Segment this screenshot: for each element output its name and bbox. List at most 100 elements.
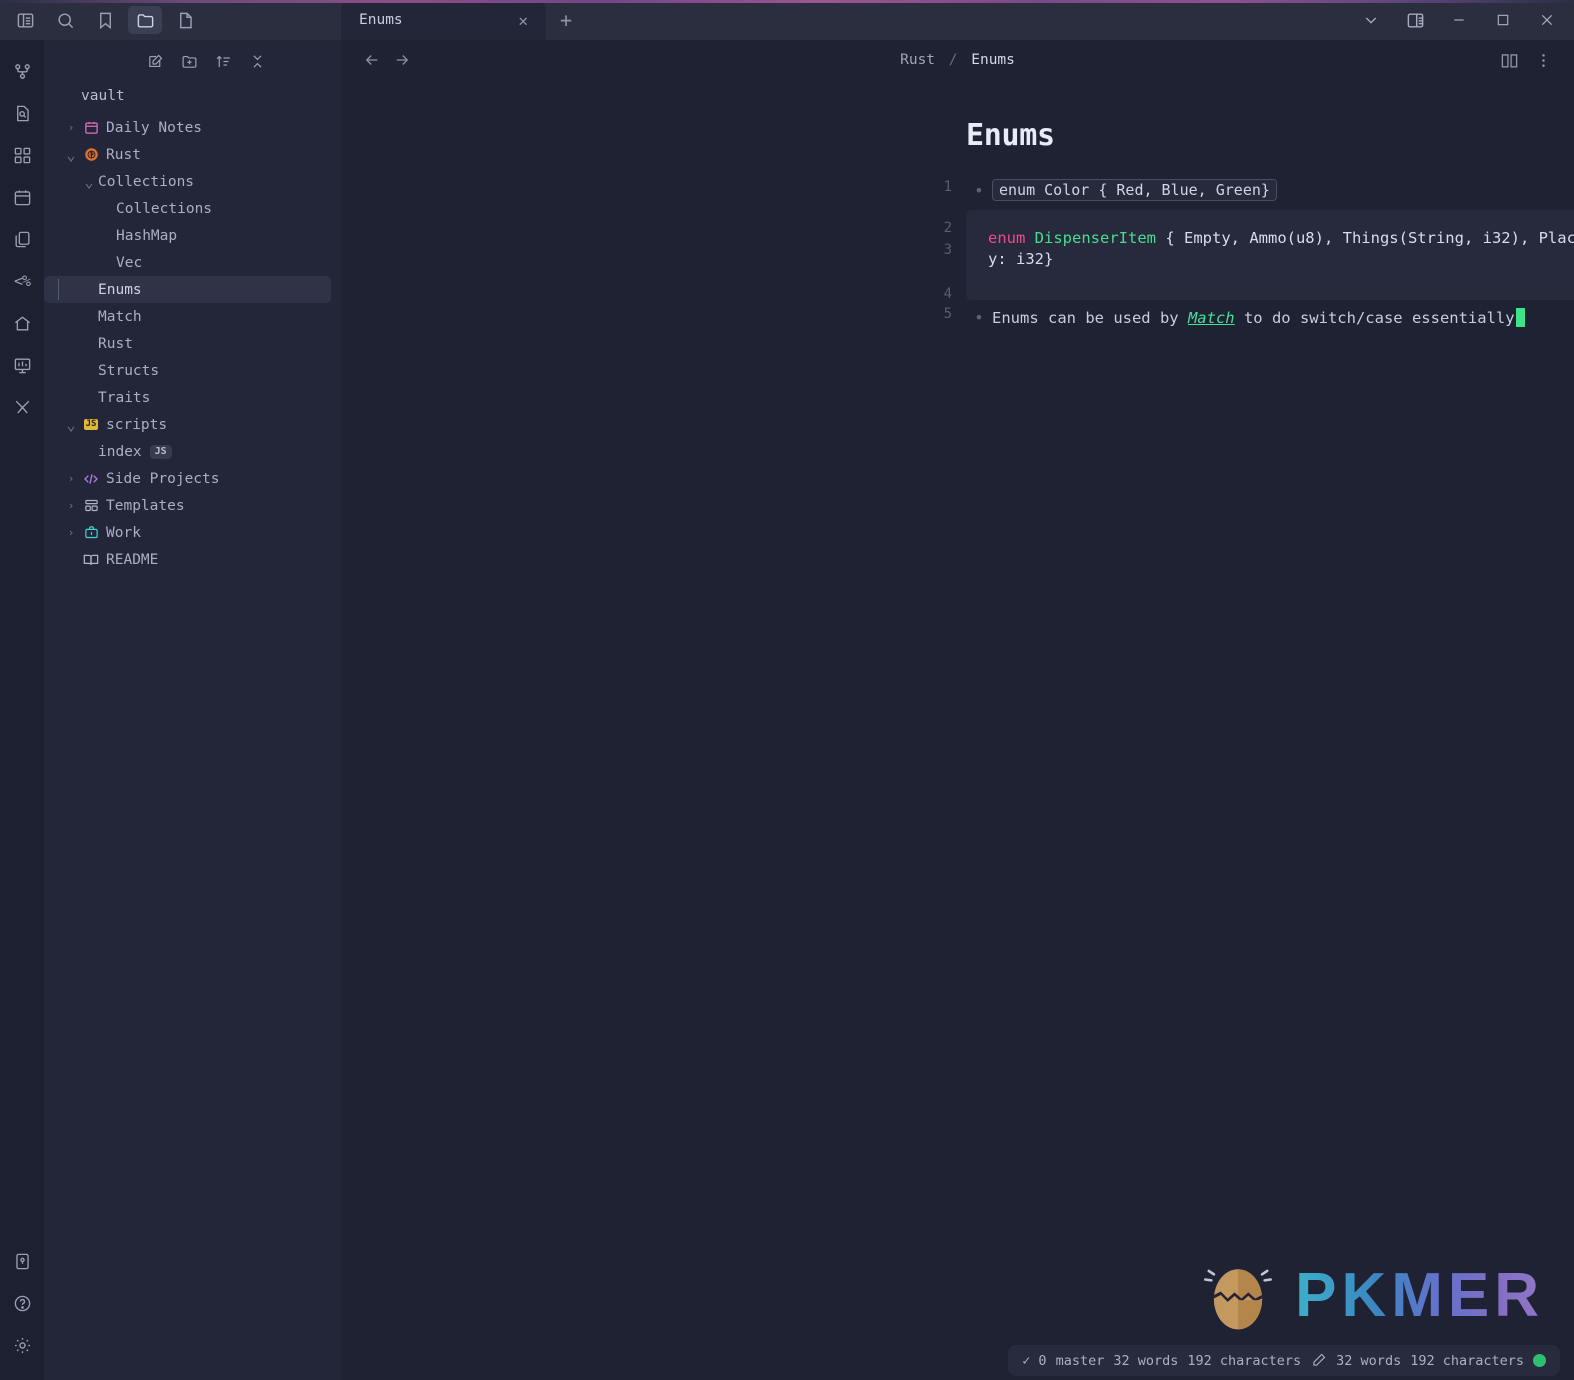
list-item[interactable]: 1 • enum Color { Red, Blue, Green}: [944, 179, 1574, 205]
document-area[interactable]: Enums 1 • enum Color { Red, Blue, Green}…: [341, 80, 1574, 1380]
tree-item-label: Work: [106, 524, 141, 541]
tree-item-match[interactable]: Match: [44, 303, 331, 330]
more-options-icon[interactable]: [1528, 46, 1558, 74]
new-tab-button[interactable]: +: [546, 8, 586, 32]
line-number: 3: [943, 242, 952, 258]
tree-item-label: Vec: [116, 254, 143, 271]
line-number: 2: [943, 220, 952, 236]
breadcrumb-parent[interactable]: Rust: [900, 52, 935, 68]
tree-item-collections[interactable]: Collections: [44, 195, 331, 222]
new-note-button[interactable]: [141, 48, 169, 74]
chevron-right-icon[interactable]: ›: [62, 121, 80, 134]
tree-item-structs[interactable]: Structs: [44, 357, 331, 384]
tree-item-label: Traits: [98, 389, 151, 406]
tree-item-label: Collections: [98, 173, 195, 190]
list-item[interactable]: 5 • Enums can be used by Match to do swi…: [944, 306, 1574, 332]
bookmark-icon[interactable]: [88, 6, 122, 34]
calendar-icon[interactable]: [5, 180, 39, 214]
tree-item-hashmap[interactable]: HashMap: [44, 222, 331, 249]
internal-link-match[interactable]: Match: [1188, 309, 1235, 327]
tree-item-traits[interactable]: Traits: [44, 384, 331, 411]
chevron-down-icon[interactable]: ⌄: [62, 416, 80, 434]
tree-item-work[interactable]: › Work: [44, 519, 331, 546]
breadcrumb-current[interactable]: Enums: [971, 52, 1015, 68]
tree-item-side-projects[interactable]: › Side Projects: [44, 465, 331, 492]
maximize-icon[interactable]: [1482, 3, 1524, 37]
tree-item-label: Enums: [98, 281, 142, 298]
tree-item-templates[interactable]: › Templates: [44, 492, 331, 519]
line-number: 1: [943, 179, 952, 195]
new-folder-button[interactable]: [175, 48, 203, 74]
tree-item-daily-notes[interactable]: › Daily Notes: [44, 114, 331, 141]
back-button[interactable]: [357, 46, 387, 74]
chevron-right-icon[interactable]: ›: [62, 499, 80, 512]
search-icon[interactable]: [48, 6, 82, 34]
close-icon[interactable]: ✕: [512, 9, 534, 32]
toggle-left-sidebar-icon[interactable]: [8, 6, 42, 34]
sync-status[interactable]: ✓ 0: [1022, 1353, 1046, 1369]
tree-item-vec[interactable]: Vec: [44, 249, 331, 276]
editor-lines: 1 • enum Color { Red, Blue, Green} 2 3 4…: [944, 179, 1574, 332]
pkmer-brand-text: PKMER: [1295, 1260, 1544, 1330]
tree-item-collections[interactable]: ⌄ Collections: [44, 168, 331, 195]
tree-item-label: Rust: [106, 146, 141, 163]
tree-item-label: Collections: [116, 200, 213, 217]
file-search-icon[interactable]: [5, 96, 39, 130]
code-keyword: enum: [988, 229, 1026, 247]
settings-gear-icon[interactable]: [5, 1328, 39, 1362]
chevron-down-icon[interactable]: ⌄: [62, 146, 80, 164]
js-badge: JS: [149, 444, 172, 459]
dashboard-grid-icon[interactable]: [5, 138, 39, 172]
graph-view-icon[interactable]: [5, 54, 39, 88]
pkmer-watermark: PKMER: [1195, 1252, 1544, 1338]
tools-icon[interactable]: [5, 390, 39, 424]
file-icon[interactable]: [168, 6, 202, 34]
collapse-all-button[interactable]: [243, 48, 271, 74]
vault-name: vault: [81, 88, 125, 104]
layout-icon: [80, 498, 102, 513]
chevron-right-icon[interactable]: ›: [62, 526, 80, 539]
folder-icon[interactable]: [128, 6, 162, 34]
activity-rail: <%: [0, 40, 44, 1380]
line-number: 5: [943, 306, 952, 322]
tree-item-rust[interactable]: Rust: [44, 330, 331, 357]
home-icon[interactable]: [5, 306, 39, 340]
stats-monitor-icon[interactable]: [5, 348, 39, 382]
explorer-toolbar: [44, 40, 341, 82]
tree-item-readme[interactable]: README: [44, 546, 331, 573]
code-icon: [80, 471, 102, 487]
reading-mode-icon[interactable]: [1494, 46, 1524, 74]
copy-files-icon[interactable]: [5, 222, 39, 256]
forward-button[interactable]: [387, 46, 417, 74]
toggle-right-sidebar-icon[interactable]: [1394, 3, 1436, 37]
chevron-down-icon[interactable]: ⌄: [80, 173, 98, 191]
line-number: 4: [943, 286, 952, 302]
chevron-down-icon[interactable]: [1350, 3, 1392, 37]
chevron-right-icon[interactable]: ›: [62, 472, 80, 485]
code-type: DispenserItem: [1034, 229, 1156, 247]
tab-bar: Enums ✕ +: [341, 0, 1350, 40]
tree-item-enums[interactable]: Enums: [44, 276, 331, 303]
code-line: enum DispenserItem { Empty, Ammo(u8), Th…: [988, 228, 1574, 270]
status-indicator-dot[interactable]: [1533, 1354, 1546, 1367]
line-text: Enums can be used by Match to do switch/…: [992, 306, 1525, 330]
tree-item-label: Rust: [98, 335, 133, 352]
tree-item-rust[interactable]: ⌄ Rust: [44, 141, 331, 168]
tree-item-scripts[interactable]: ⌄ JS scripts: [44, 411, 331, 438]
calendar-icon: [80, 120, 102, 135]
sync-count: 0: [1038, 1352, 1047, 1369]
templater-icon[interactable]: <%: [5, 264, 39, 298]
git-branch[interactable]: master: [1056, 1353, 1105, 1369]
status-bar: ✓ 0 master 32 words 192 characters 32 wo…: [1008, 1345, 1560, 1376]
code-block[interactable]: Rust enum DispenserItem { Empty, Ammo(u8…: [966, 210, 1574, 300]
help-icon[interactable]: [5, 1286, 39, 1320]
file-explorer: vault › Daily Notes ⌄ Rust ⌄ Collections Colle…: [44, 40, 341, 1380]
minimize-icon[interactable]: [1438, 3, 1480, 37]
close-icon[interactable]: [1526, 3, 1568, 37]
sort-button[interactable]: [209, 48, 237, 74]
tree-item-index[interactable]: index JS: [44, 438, 331, 465]
tab-enums[interactable]: Enums ✕: [341, 0, 546, 40]
briefcase-icon: [80, 525, 102, 540]
window-chrome: Enums ✕ +: [0, 0, 1574, 40]
vault-switcher-icon[interactable]: [5, 1244, 39, 1278]
